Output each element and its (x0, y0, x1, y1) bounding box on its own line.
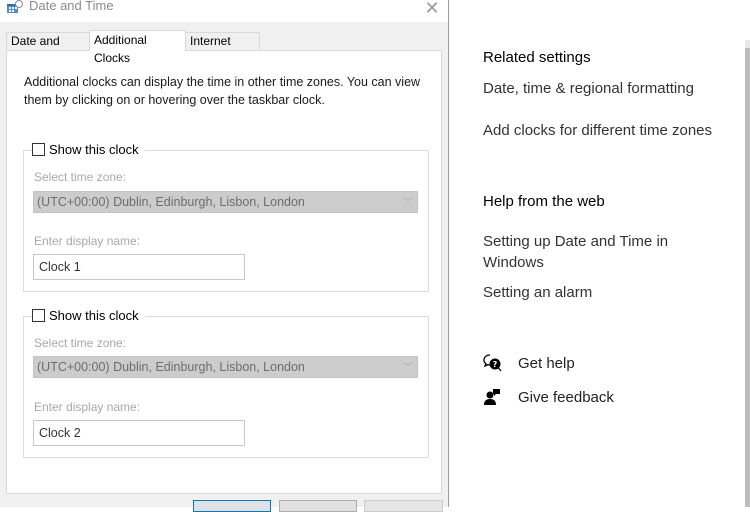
give-feedback-row[interactable]: Give feedback (483, 388, 614, 406)
show-clock-2-label[interactable]: Show this clock (49, 308, 139, 323)
cancel-button[interactable] (279, 500, 357, 512)
svg-text:?: ? (493, 360, 498, 369)
scrollbar-track[interactable] (745, 40, 750, 48)
related-settings-heading: Related settings (483, 49, 591, 66)
clock-1-display-name-label: Enter display name: (34, 234, 141, 248)
ok-button[interactable] (193, 500, 271, 512)
clock-2-display-name-label: Enter display name: (34, 400, 141, 414)
get-help-icon: ? (483, 354, 502, 372)
clock-2-display-name-input[interactable]: Clock 2 (33, 420, 245, 446)
additional-clocks-panel: Additional clocks can display the time i… (6, 50, 442, 494)
settings-side-panel: Related settings Date, time & regional f… (449, 0, 750, 507)
add-clocks-link[interactable]: Add clocks for different time zones (483, 120, 743, 141)
show-clock-1-checkbox[interactable] (32, 143, 45, 156)
help-from-web-heading: Help from the web (483, 193, 605, 210)
clock-2-display-name-value: Clock 2 (39, 426, 81, 440)
chevron-down-icon: ﹀ (403, 198, 413, 209)
get-help-label[interactable]: Get help (518, 355, 575, 372)
clock-2-timezone-select[interactable]: (UTC+00:00) Dublin, Edinburgh, Lisbon, L… (33, 356, 418, 378)
close-button[interactable]: ✕ (420, 0, 444, 18)
close-icon: ✕ (424, 0, 440, 18)
date-time-app-icon (7, 0, 23, 13)
tab-internet-time[interactable]: Internet Time (185, 32, 260, 65)
give-feedback-label[interactable]: Give feedback (518, 389, 614, 406)
clock-1-timezone-select[interactable]: (UTC+00:00) Dublin, Edinburgh, Lisbon, L… (33, 191, 418, 213)
clock-2-timezone-label: Select time zone: (34, 336, 127, 350)
clock-2-legend: Show this clock (32, 308, 145, 323)
tab-additional-clocks[interactable]: Additional Clocks (89, 30, 186, 65)
clock-1-display-name-value: Clock 1 (39, 260, 81, 274)
clock-1-display-name-input[interactable]: Clock 1 (33, 254, 245, 280)
date-time-dialog: Date and Time ✕ Date and Time Additional… (0, 0, 449, 512)
date-time-regional-formatting-link[interactable]: Date, time & regional formatting (483, 78, 743, 99)
tab-date-and-time[interactable]: Date and Time (6, 32, 90, 65)
description-text: Additional clocks can display the time i… (24, 75, 421, 107)
show-clock-1-label[interactable]: Show this clock (49, 142, 139, 157)
show-clock-2-checkbox[interactable] (32, 309, 45, 322)
clock-2-group: Show this clock Select time zone: (UTC+0… (23, 308, 429, 458)
apply-button[interactable] (364, 500, 443, 512)
clock-1-timezone-label: Select time zone: (34, 170, 127, 184)
scrollbar-thumb[interactable] (745, 48, 750, 507)
clock-1-group: Show this clock Select time zone: (UTC+0… (23, 142, 429, 292)
get-help-row[interactable]: ? Get help (483, 354, 575, 372)
dialog-title: Date and Time (29, 0, 114, 13)
give-feedback-icon (484, 389, 500, 405)
clock-2-timezone-value: (UTC+00:00) Dublin, Edinburgh, Lisbon, L… (37, 360, 305, 374)
title-bar: Date and Time ✕ (0, 0, 448, 22)
clock-1-timezone-value: (UTC+00:00) Dublin, Edinburgh, Lisbon, L… (37, 195, 305, 209)
clock-1-legend: Show this clock (32, 142, 145, 157)
setting-up-date-time-link[interactable]: Setting up Date and Time in Windows (483, 231, 708, 273)
chevron-down-icon: ﹀ (403, 363, 413, 374)
setting-an-alarm-link[interactable]: Setting an alarm (483, 282, 743, 303)
